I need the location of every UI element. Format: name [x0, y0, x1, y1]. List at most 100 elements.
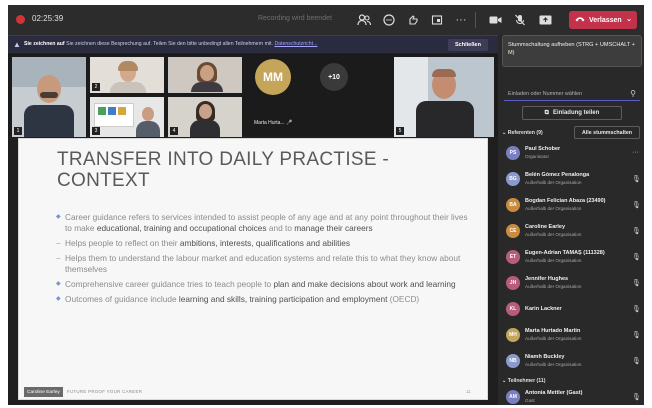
participant-body [191, 82, 223, 92]
participant-row[interactable]: KL Karin Lackner 🎙 [498, 299, 644, 321]
avatar-mm[interactable]: MM [255, 59, 291, 95]
search-icon[interactable]: ⚲ [630, 89, 636, 98]
video-tile-participant-3[interactable] [168, 57, 242, 93]
attendees-count: Teilnehmer (11) [507, 378, 546, 384]
mic-icon: 🎤 [285, 120, 293, 126]
video-tile-participant-1[interactable]: 1 [12, 57, 86, 137]
participant-role: Außerhalb der Organisation [525, 232, 582, 237]
raised-hand-badge: 1 [14, 127, 22, 135]
avatar: MH [506, 328, 520, 342]
participant-row[interactable]: PS Paul Schober Organisator ··· [498, 143, 644, 165]
participant-name: Belén Gómez Penalonga [525, 172, 590, 178]
avatar: BA [506, 198, 520, 212]
bullet-text: Helps them to understand the labour mark… [65, 253, 461, 274]
participant-face [200, 65, 214, 81]
leave-label: Verlassen [589, 16, 622, 24]
participant-name: Antonia Mettler (Gast) [525, 390, 583, 396]
invite-placeholder: Einladen oder Nummer wählen [508, 91, 583, 97]
participant-row[interactable]: NB Niamh Buckley Außerhalb der Organisat… [498, 351, 644, 373]
privacy-link[interactable]: Datenschutzricht... [274, 41, 317, 47]
recording-notice-bar: ▲ Sie zeichnen auf Sie zeichnen diese Be… [8, 35, 498, 53]
microphone-icon[interactable]: 🎙 [632, 305, 641, 313]
participant-body [110, 82, 146, 93]
camera-icon[interactable] [486, 11, 504, 29]
board-block [118, 107, 126, 115]
avatar: JH [506, 276, 520, 290]
participant-row[interactable]: AM Antonia Mettler (Gast) Gast 🎙 [498, 387, 644, 405]
participant-row[interactable]: ET Eugen-Adrian TAMAȘ (111328) Außerhalb… [498, 247, 644, 269]
presenters-section-header[interactable]: ⌄ Referenten (9) [502, 130, 543, 136]
recording-notice-text: Sie zeichnen auf Sie zeichnen diese Besp… [24, 41, 317, 47]
participant-row[interactable]: BG Belén Gómez Penalonga Außerhalb der O… [498, 169, 644, 191]
more-participants-button[interactable]: +10 [320, 63, 348, 91]
participant-role: Gast [525, 398, 535, 403]
bullet-emphasis: manage their careers [294, 223, 373, 233]
participant-row[interactable]: CE Caroline Earley Außerhalb der Organis… [498, 221, 644, 243]
bullet-text: Comprehensive career guidance tries to t… [65, 279, 274, 289]
invite-input[interactable]: Einladen oder Nummer wählen ⚲ [504, 87, 640, 101]
share-icon: ⧉ [544, 109, 549, 116]
raised-hand-badge: 2 [92, 83, 100, 91]
slide-page-number: 11 [466, 389, 471, 394]
raised-hand-badge: 5 [396, 127, 404, 135]
video-tile-participant-5[interactable]: 4 [168, 97, 242, 137]
chevron-down-icon[interactable]: ⌄ [626, 15, 632, 23]
raised-hand-badge: 3 [92, 127, 100, 135]
participant-head [142, 107, 154, 121]
bullet-item: Helps people to reflect on their ambitio… [56, 238, 471, 249]
rooms-icon[interactable] [428, 11, 446, 29]
more-options-icon[interactable]: ··· [452, 11, 470, 29]
bullet-emphasis: educational, training and occupational c… [96, 223, 267, 233]
recording-status: Recording wird beendet [258, 15, 332, 22]
avatar: BG [506, 172, 520, 186]
avatar: KL [506, 302, 520, 316]
meeting-timer: 02:25:39 [32, 14, 64, 23]
slide-title: TRANSFER INTO DAILY PRACTISE - CONTEXT [57, 149, 390, 191]
participant-name: Karin Lackner [525, 306, 562, 312]
reactions-icon[interactable] [404, 11, 422, 29]
video-tile-participant-4[interactable]: 3 [90, 97, 164, 137]
microphone-icon[interactable]: 🎙 [632, 357, 641, 365]
attendees-section-header[interactable]: ⌄ Teilnehmer (11) [502, 378, 545, 384]
raised-hand-badge: 4 [170, 127, 178, 135]
slide-bullet-list: Career guidance refers to services inten… [56, 212, 471, 309]
video-tile-participant-6[interactable]: 5 [394, 57, 494, 137]
unmute-tooltip: Stummschaltung aufheben (STRG + UMSCHALT… [502, 35, 642, 67]
participant-row[interactable]: MH Marta Hurtado Martin Außerhalb der Or… [498, 325, 644, 347]
close-notice-button[interactable]: Schließen [448, 39, 488, 51]
bullet-text: Outcomes of guidance include [65, 294, 179, 304]
participant-role: Außerhalb der Organisation [525, 180, 582, 185]
beard [40, 92, 58, 98]
microphone-muted-icon[interactable] [511, 11, 529, 29]
recording-dot-icon [16, 15, 25, 24]
participant-role: Außerhalb der Organisation [525, 206, 582, 211]
share-screen-icon[interactable] [536, 11, 554, 29]
more-options-icon[interactable]: ··· [632, 149, 639, 156]
leave-button[interactable]: Verlassen ⌄ [569, 11, 637, 29]
microphone-icon[interactable]: 🎙 [632, 227, 641, 235]
presentation-board [94, 103, 134, 127]
mute-all-button[interactable]: Alle stummschalten [574, 126, 640, 139]
microphone-icon[interactable]: 🎙 [632, 331, 641, 339]
participants-icon[interactable] [355, 11, 373, 29]
bullet-text: and to [266, 223, 295, 233]
microphone-icon[interactable]: 🎙 [632, 201, 641, 209]
microphone-icon[interactable]: 🎙 [632, 393, 641, 401]
participant-row[interactable]: JH Jennifer Hughes Außerhalb der Organis… [498, 273, 644, 295]
microphone-icon[interactable]: 🎙 [632, 253, 641, 261]
chat-icon[interactable] [380, 11, 398, 29]
bullet-text: Helps people to reflect on their [65, 238, 180, 248]
slide-footer: FUTURE PROOF YOUR CAREER [67, 389, 143, 394]
warning-icon: ▲ [13, 40, 21, 49]
participant-name: Marta Hurtado Martin [525, 328, 581, 334]
video-tile-participant-2[interactable]: 2 [90, 57, 164, 93]
microphone-icon[interactable]: 🎙 [632, 279, 641, 287]
participant-head [37, 75, 61, 103]
teams-meeting-window: 02:25:39 Recording wird beendet ··· Verl… [8, 5, 644, 405]
share-invite-button[interactable]: ⧉ Einladung teilen [522, 106, 622, 120]
hair [432, 69, 456, 77]
participant-role: Außerhalb der Organisation [525, 284, 582, 289]
microphone-icon[interactable]: 🎙 [632, 175, 641, 183]
participant-row[interactable]: BA Bogdan Felician Abaza (23490) Außerha… [498, 195, 644, 217]
participant-role: Außerhalb der Organisation [525, 362, 582, 367]
